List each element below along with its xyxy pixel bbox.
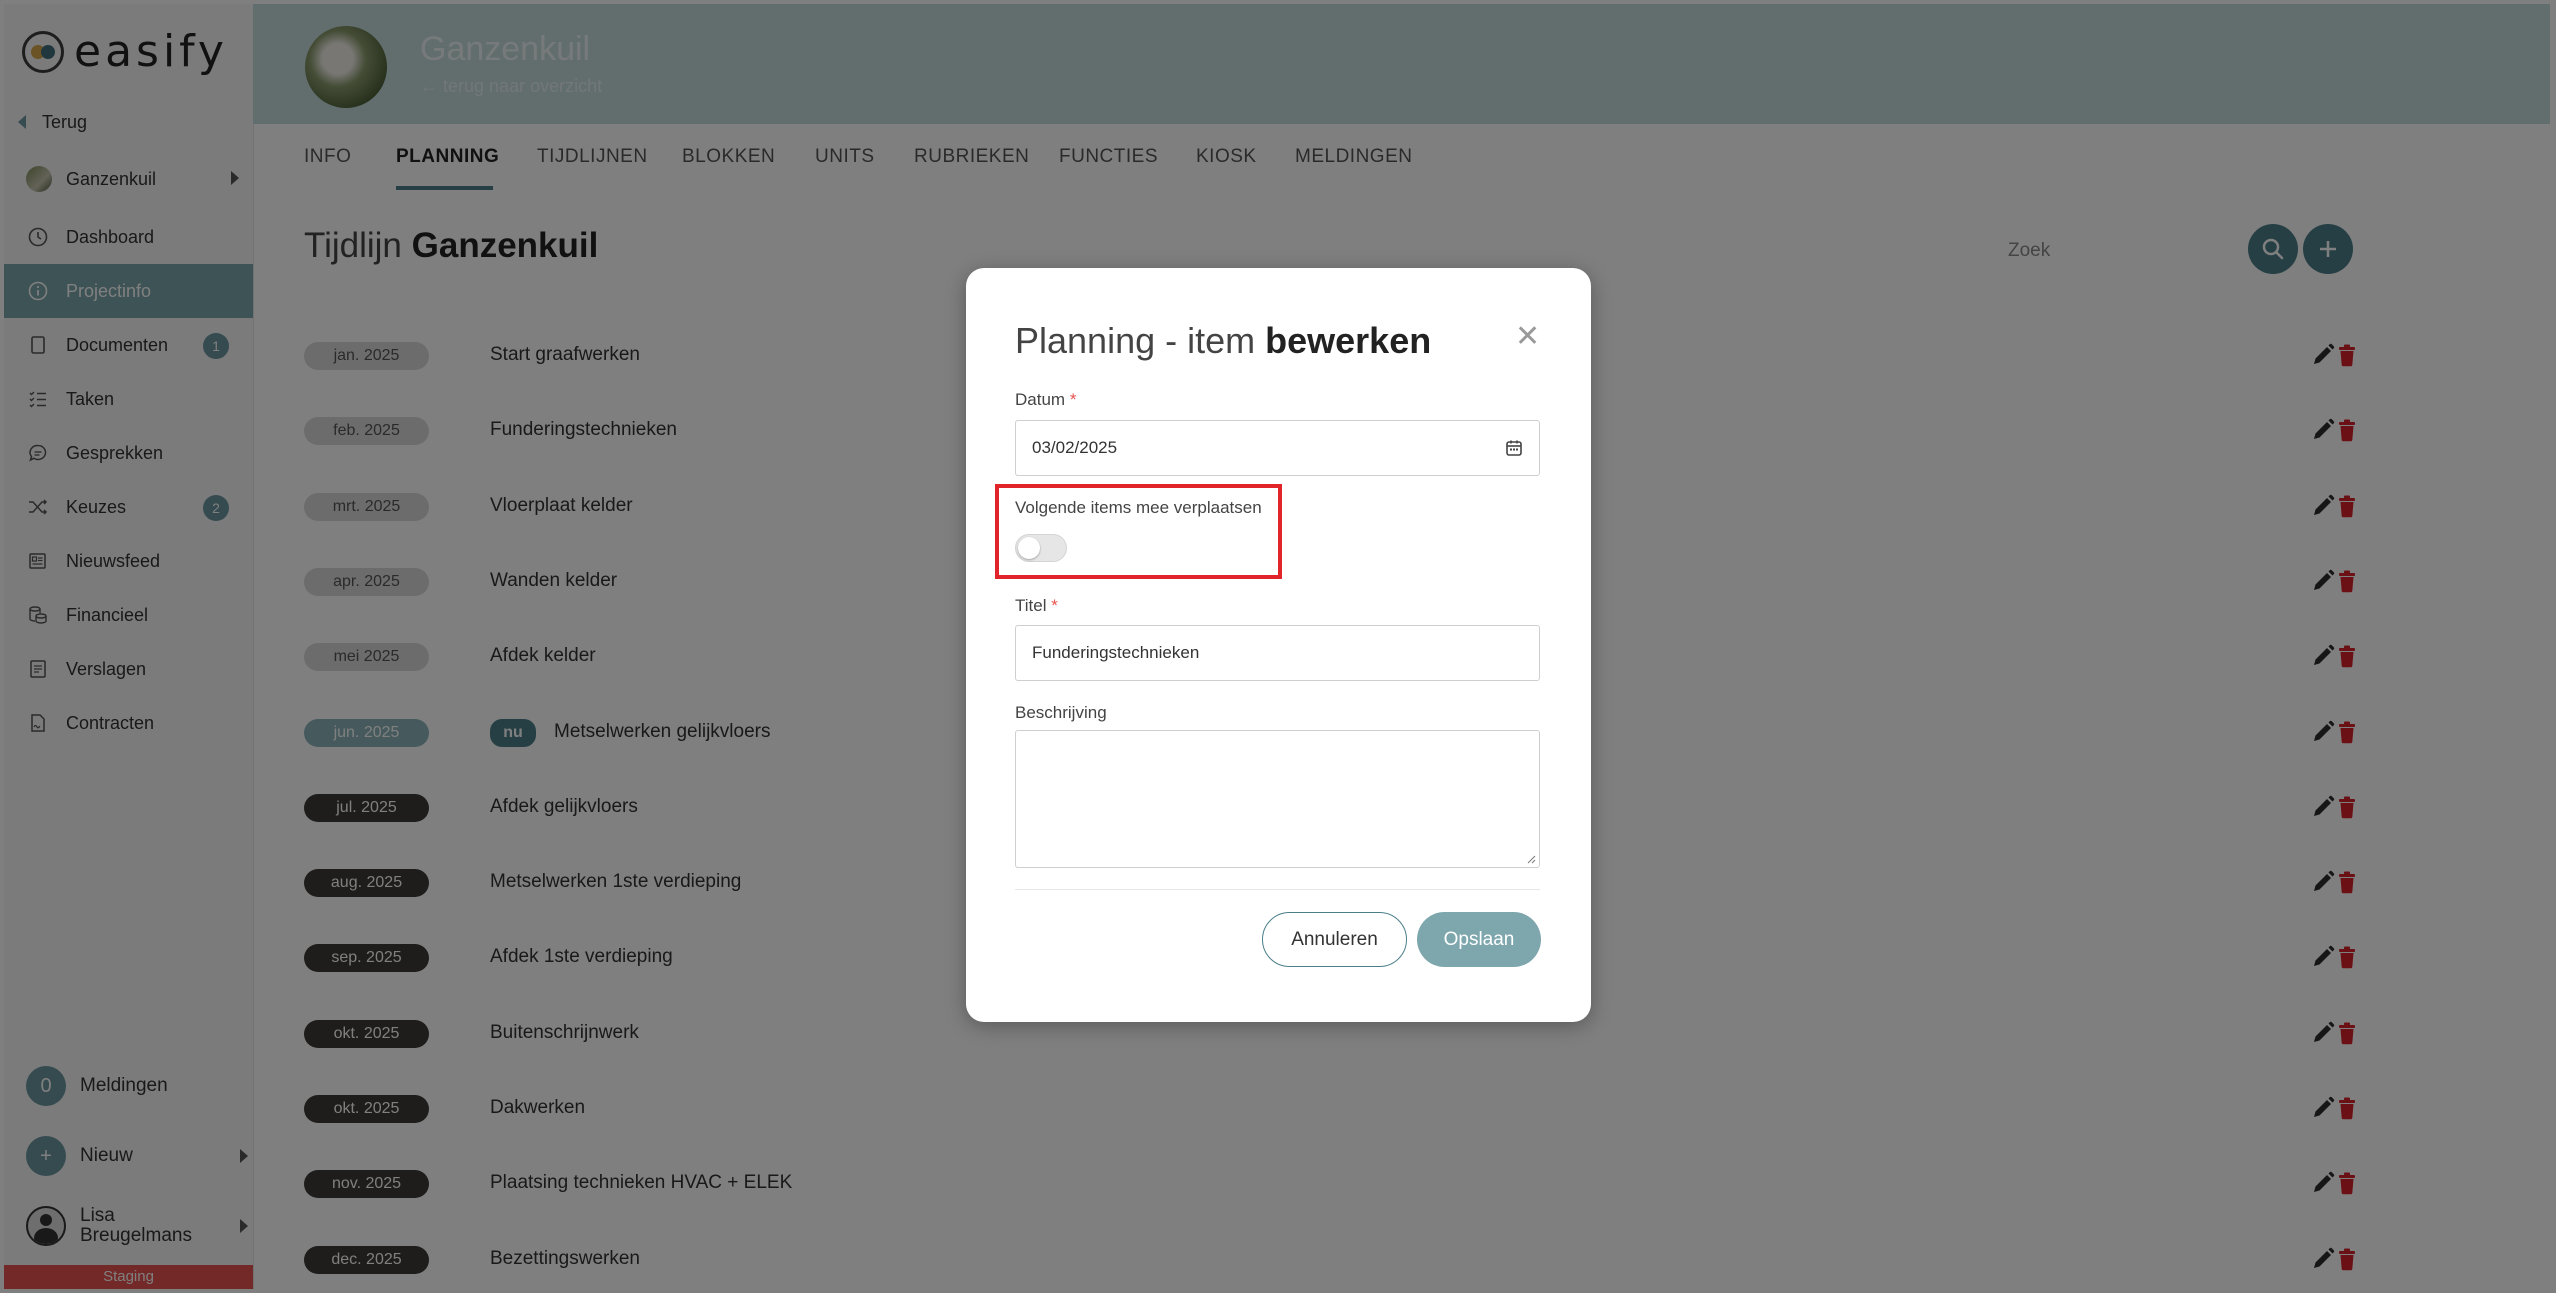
modal-title: Planning - item bewerken xyxy=(1015,320,1431,362)
title-value: Funderingstechnieken xyxy=(1032,643,1200,662)
edit-planning-item-modal: Planning - item bewerken ✕ Datum * 03/02… xyxy=(966,268,1591,1022)
required-marker: * xyxy=(1051,596,1058,615)
date-label-text: Datum xyxy=(1015,390,1066,409)
date-field[interactable]: 03/02/2025 xyxy=(1015,420,1540,476)
title-label: Titel * xyxy=(1015,596,1058,616)
save-button[interactable]: Opslaan xyxy=(1417,912,1541,967)
title-input[interactable]: Funderingstechnieken xyxy=(1015,625,1540,681)
description-textarea[interactable] xyxy=(1015,730,1540,868)
date-label: Datum * xyxy=(1015,390,1076,410)
modal-title-prefix: Planning - item xyxy=(1015,320,1256,361)
resize-handle-icon[interactable] xyxy=(1526,854,1536,864)
title-label-text: Titel xyxy=(1015,596,1047,615)
required-marker: * xyxy=(1069,390,1077,409)
cancel-button[interactable]: Annuleren xyxy=(1262,912,1407,967)
date-value: 03/02/2025 xyxy=(1032,438,1118,457)
description-label: Beschrijving xyxy=(1015,703,1107,722)
modal-divider xyxy=(1015,889,1540,890)
highlight-box xyxy=(995,484,1282,579)
modal-title-bold: bewerken xyxy=(1265,320,1432,361)
calendar-icon[interactable] xyxy=(1505,439,1523,457)
close-icon[interactable]: ✕ xyxy=(1515,322,1540,352)
